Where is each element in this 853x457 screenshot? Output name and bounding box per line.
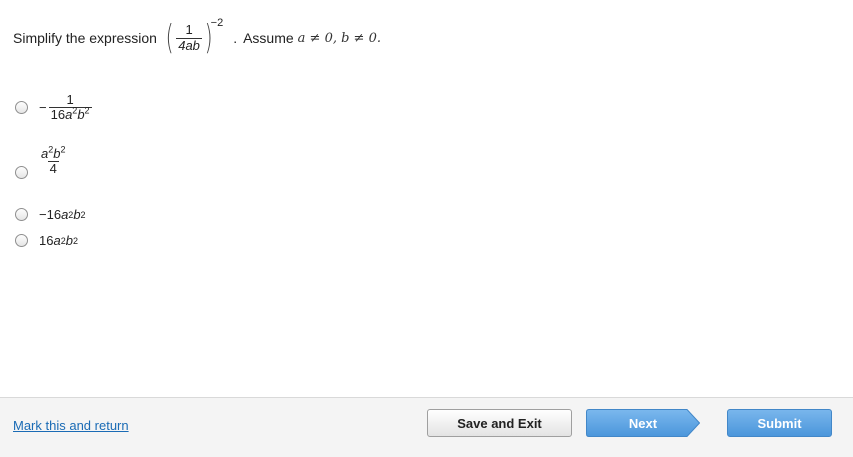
question-fraction: 1 4ab <box>176 22 202 53</box>
assumption-condition: a ≠ 0, b ≠ 0. <box>297 30 381 46</box>
fraction-numerator: 1 <box>185 22 193 38</box>
option-1-sign: − <box>39 100 47 116</box>
next-button[interactable]: Next <box>586 409 700 437</box>
option-1-fraction: 1 16a2b2 <box>48 92 92 123</box>
assume-label: Assume <box>243 30 294 46</box>
option-4-expression: 16 a 2 b 2 <box>39 233 78 248</box>
submit-button[interactable]: Submit <box>727 409 832 437</box>
answer-option-3[interactable]: −16 a 2 b 2 <box>15 207 86 222</box>
question-text: Simplify the expression ( 1 4ab ) −2 . A… <box>13 16 381 60</box>
answer-option-4[interactable]: 16 a 2 b 2 <box>15 233 78 248</box>
option-1-expression: − 1 16a2b2 <box>39 92 92 123</box>
fraction-denominator: 4ab <box>176 37 202 53</box>
radio-button-2[interactable] <box>15 166 28 179</box>
option-2-expression: a2b2 4 <box>39 144 68 177</box>
option-2-denominator: 4 <box>47 161 59 176</box>
footer-bar: Mark this and return Save and Exit Next … <box>0 397 853 457</box>
option-2-fraction: a2b2 4 <box>39 144 68 177</box>
question-period: . <box>233 30 238 46</box>
option-2-numerator: a2b2 <box>41 144 66 161</box>
question-expression: ( 1 4ab ) −2 <box>163 17 224 58</box>
radio-button-3[interactable] <box>15 208 28 221</box>
answer-option-1[interactable]: − 1 16a2b2 <box>15 92 92 123</box>
save-and-exit-button[interactable]: Save and Exit <box>427 409 572 437</box>
left-paren: ( <box>165 18 174 58</box>
mark-and-return-link[interactable]: Mark this and return <box>13 418 129 433</box>
radio-button-1[interactable] <box>15 101 28 115</box>
answer-option-2[interactable]: a2b2 4 <box>15 144 68 179</box>
option-3-expression: −16 a 2 b 2 <box>39 207 86 222</box>
radio-button-4[interactable] <box>15 234 28 247</box>
expression-exponent: −2 <box>210 17 224 29</box>
next-button-label: Next <box>628 415 658 431</box>
option-1-denominator: 16a2b2 <box>48 105 92 123</box>
question-prefix: Simplify the expression <box>13 30 157 46</box>
